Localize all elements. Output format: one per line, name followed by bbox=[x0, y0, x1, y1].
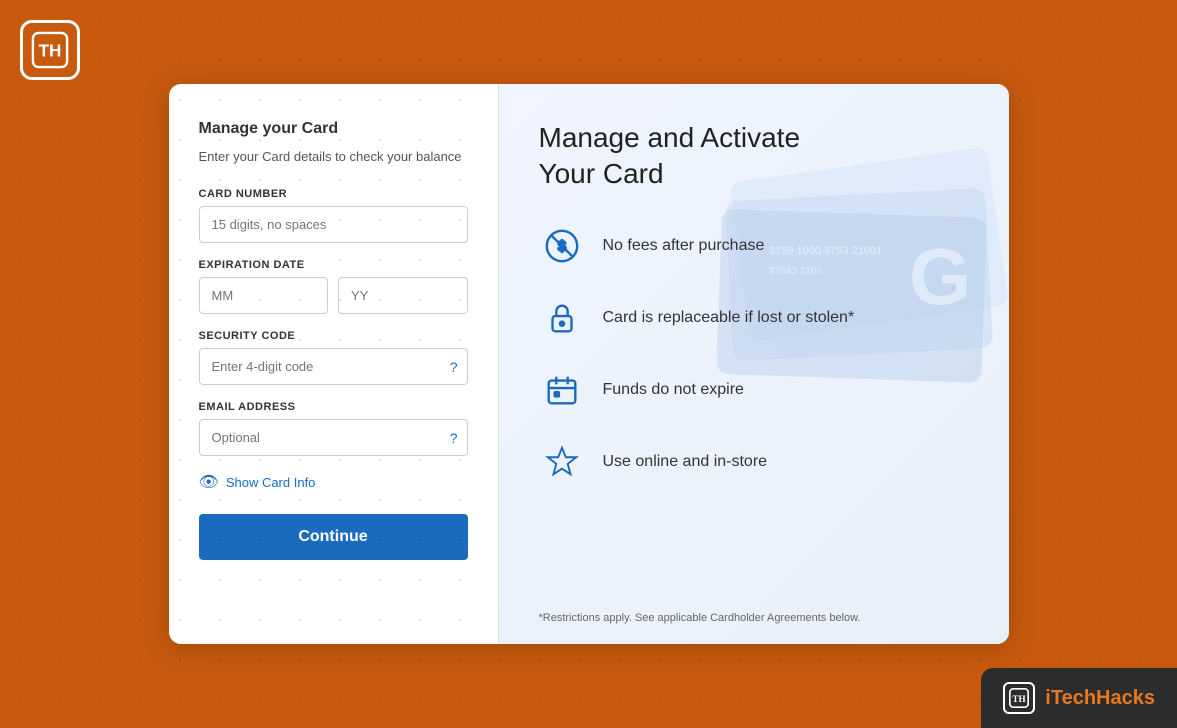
lock-icon bbox=[539, 295, 585, 341]
expiry-row bbox=[199, 277, 468, 314]
page-title: Manage your Card bbox=[199, 120, 468, 138]
logo: TH bbox=[20, 20, 80, 80]
continue-button[interactable]: Continue bbox=[199, 514, 468, 560]
security-code-label: SECURITY CODE bbox=[199, 330, 468, 342]
restrictions-text: *Restrictions apply. See applicable Card… bbox=[539, 612, 969, 624]
feature-text: Use online and in-store bbox=[603, 453, 768, 471]
security-code-input[interactable] bbox=[199, 348, 468, 385]
card-number-label: CARD NUMBER bbox=[199, 188, 468, 200]
list-item: $ No fees after purchase bbox=[539, 223, 969, 269]
brand-name: iTechHacks bbox=[1045, 687, 1155, 710]
email-label: EMAIL ADDRESS bbox=[199, 401, 468, 413]
feature-text: Funds do not expire bbox=[603, 381, 744, 399]
star-icon bbox=[539, 439, 585, 485]
calendar-icon bbox=[539, 367, 585, 413]
right-panel-heading: Manage and Activate Your Card bbox=[539, 120, 969, 193]
list-item: Funds do not expire bbox=[539, 367, 969, 413]
show-card-info-label: Show Card Info bbox=[226, 475, 316, 490]
feature-text: No fees after purchase bbox=[603, 237, 765, 255]
card-number-input[interactable] bbox=[199, 206, 468, 243]
svg-text:TH: TH bbox=[1013, 694, 1026, 704]
brand-techhacks: TechHacks bbox=[1051, 687, 1155, 709]
brand-badge: TH iTechHacks bbox=[981, 668, 1177, 728]
svg-text:TH: TH bbox=[39, 42, 62, 61]
feature-list: $ No fees after purchase Card is replace… bbox=[539, 223, 969, 485]
email-wrapper: ? bbox=[199, 419, 468, 456]
expiry-year-input[interactable] bbox=[338, 277, 468, 314]
security-code-wrapper: ? bbox=[199, 348, 468, 385]
expiration-date-label: EXPIRATION DATE bbox=[199, 259, 468, 271]
no-fees-icon: $ bbox=[539, 223, 585, 269]
subtitle-text: Enter your Card details to check your ba… bbox=[199, 148, 468, 166]
feature-text: Card is replaceable if lost or stolen* bbox=[603, 309, 855, 327]
email-help-icon[interactable]: ? bbox=[450, 430, 458, 446]
expiry-month-input[interactable] bbox=[199, 277, 329, 314]
left-panel: Manage your Card Enter your Card details… bbox=[169, 84, 499, 644]
list-item: Use online and in-store bbox=[539, 439, 969, 485]
brand-logo-small: TH bbox=[1003, 682, 1035, 714]
security-help-icon[interactable]: ? bbox=[450, 359, 458, 375]
main-card: Manage your Card Enter your Card details… bbox=[169, 84, 1009, 644]
right-panel: G 3759 1000 8753 21001 87543 2100 Manage… bbox=[499, 84, 1009, 644]
show-card-info-toggle[interactable]: 👁 Show Card Info bbox=[199, 472, 468, 492]
email-input[interactable] bbox=[199, 419, 468, 456]
svg-text:$: $ bbox=[557, 238, 566, 255]
eye-icon: 👁 bbox=[199, 472, 219, 492]
list-item: Card is replaceable if lost or stolen* bbox=[539, 295, 969, 341]
